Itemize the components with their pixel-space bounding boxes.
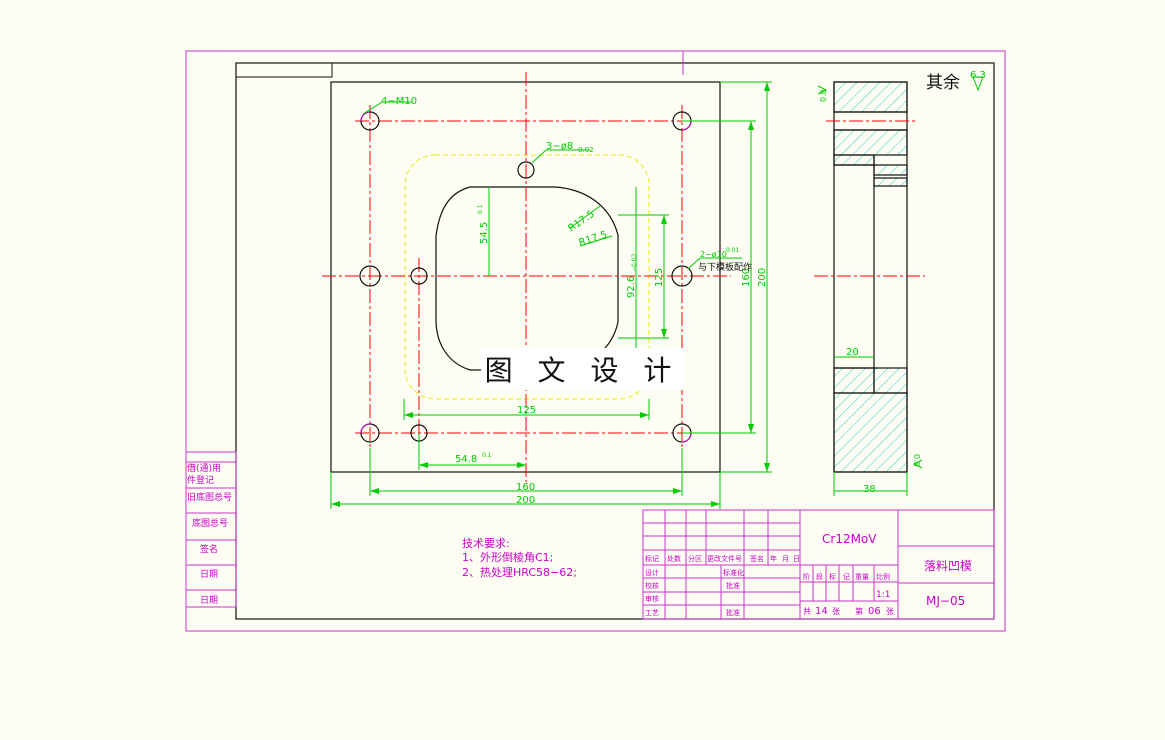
sign-row-right-3: 批准 [726,608,740,617]
sheets-unit: 张 [832,607,840,616]
label-pin10-note: 与下模板配作 [698,261,752,273]
corner-box [235,62,333,78]
rev-header-3: 更改文件号 [707,554,742,563]
dim-92-6: 92.6 [626,276,637,298]
drawing-number: MJ−05 [926,594,965,608]
mid-header-2: 标 [829,572,836,581]
dim-54-8-tol: 0.1 [482,452,492,459]
dim-125-vertical: 125 [654,268,665,287]
drawing-canvas: 借(通)用 件登记 旧底图总号 底图总号 签名 日期 日期 4−M10 3−ø8… [0,0,1165,736]
left-strip-text-4: 签名 [200,543,218,555]
label-r17-a: R17.5 [566,209,596,235]
left-strip-text-6: 日期 [200,595,218,606]
material: Cr12MoV [822,532,877,546]
dim-125-horizontal: 125 [517,405,536,416]
left-strip-text-0: 借(通)用 [187,462,221,474]
mid-header-1: 段 [816,572,823,581]
rev-header-0: 标记 [645,554,659,563]
notes-line-2: 2、热处理HRC58−62; [462,566,577,579]
notes-line-1: 1、外形倒棱角C1; [462,551,553,564]
sign-row-right-0: 标准化 [723,568,744,577]
sign-row-0: 设计 [645,568,659,577]
rev-header-1: 处数 [667,554,681,563]
dim-160-horizontal: 160 [516,482,535,493]
label-2-pin10-tol: 0.01 [726,247,740,254]
left-strip-text-3: 底图总号 [192,517,228,529]
left-strip-text-1: 件登记 [187,474,214,486]
sheet-no: 06 [868,606,881,617]
sign-row-2: 审核 [645,594,659,603]
rev-header-7: 日 [793,555,800,563]
dim-200-horizontal: 200 [516,495,535,506]
watermark-stamp: 图 文 设 计 [481,348,683,390]
dim-200-vertical: 200 [757,268,768,287]
label-r17-b: R17.5 [578,229,609,248]
rev-header-5: 年 [770,554,777,563]
mid-header-0: 阶 [803,572,810,581]
dim-54-8: 54.8 [455,454,477,465]
label-3-pin8: 3−ø8 [546,141,573,152]
scale-value: 1:1 [876,590,890,600]
label-2-pin10: 2−ø10 [700,250,727,259]
sign-row-1: 校核 [645,581,659,590]
sheet-no-unit: 张 [886,607,894,616]
sheets-total-label: 共 [803,607,811,616]
rev-header-6: 月 [782,555,789,563]
dim-92-6-tol: −0.02 [631,253,638,272]
rev-header-2: 分区 [688,554,702,563]
left-strip-text-2: 旧底图总号 [187,491,232,503]
label-4-m10: 4−M10 [381,96,417,107]
sheets-total: 14 [815,606,828,617]
side-dim-20: 20 [846,347,859,358]
front-centerlines [322,72,731,482]
notes-title: 技术要求: [462,537,510,550]
side-dim-38: 38 [863,484,876,495]
front-holes [359,111,693,443]
label-3-pin8-tol: 0.02 [578,146,594,154]
roughness-value: 6.3 [970,70,986,81]
sheet-no-label: 第 [855,606,863,616]
left-strip-text-5: 日期 [200,569,218,580]
roughness-label: 其余 [926,73,960,93]
mid-header-4: 重量 [855,573,869,581]
rev-header-4: 签名 [750,554,764,563]
mid-header-3: 记 [843,573,850,581]
part-name: 落料凹模 [924,559,972,573]
dim-54-5-tol: 0.1 [477,204,484,214]
mid-header-5: 比例 [876,572,890,581]
sign-row-3: 工艺 [645,609,659,617]
side-view-section [833,81,908,473]
dim-54-5: 54.5 [479,222,490,244]
sign-row-right-1: 批准 [726,581,740,590]
